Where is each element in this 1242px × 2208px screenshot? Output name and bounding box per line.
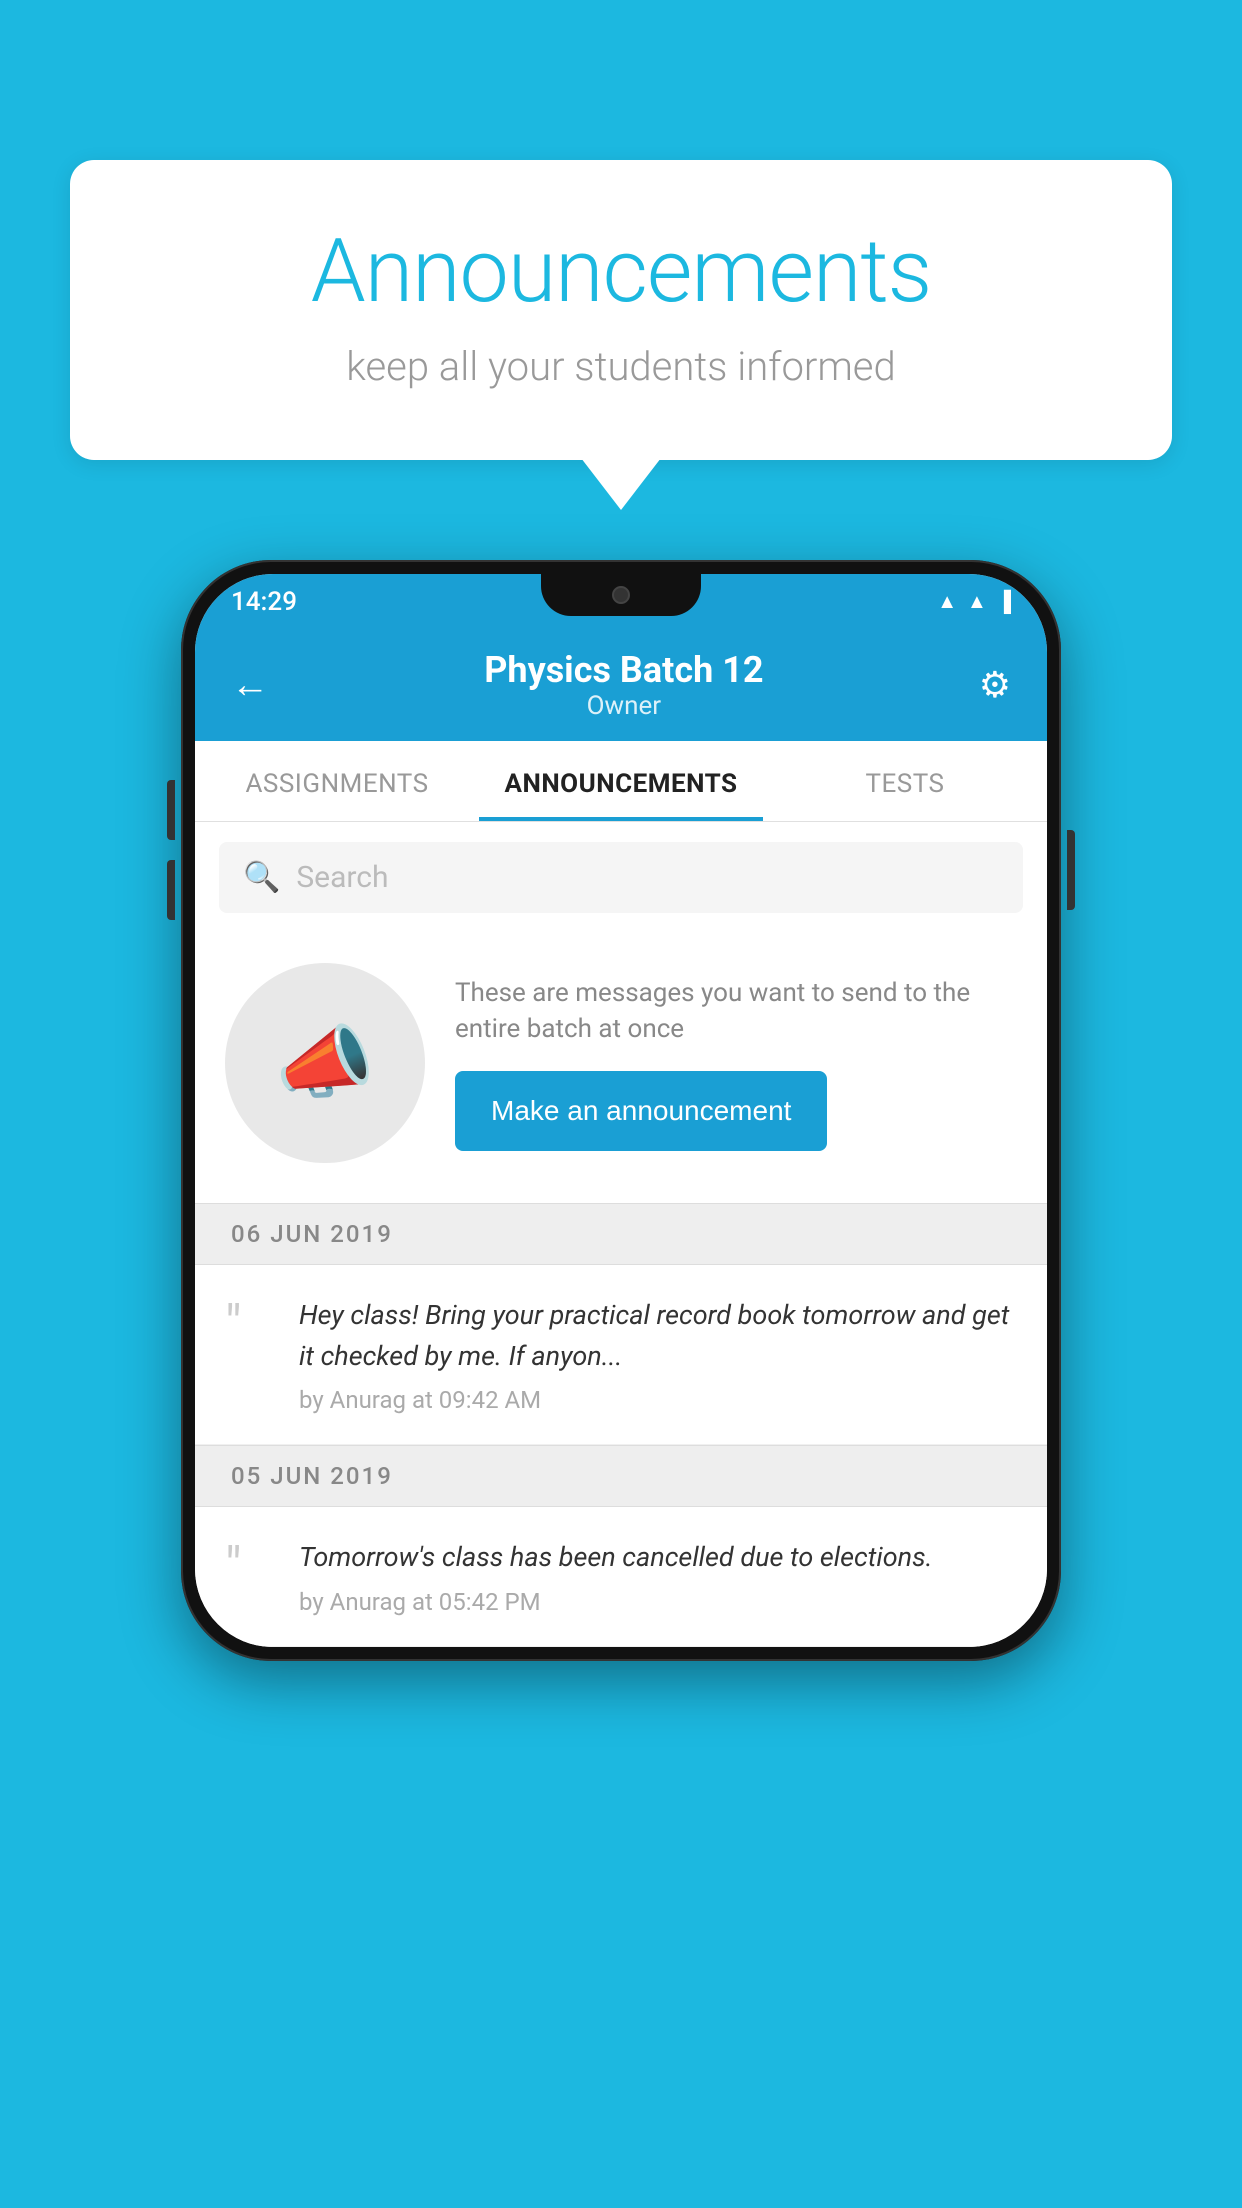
tabs: ASSIGNMENTS ANNOUNCEMENTS TESTS	[195, 741, 1047, 822]
announcement-meta-2: by Anurag at 05:42 PM	[299, 1588, 1017, 1616]
make-announcement-button[interactable]: Make an announcement	[455, 1071, 827, 1151]
tab-tests[interactable]: TESTS	[763, 741, 1047, 821]
status-time: 14:29	[231, 587, 297, 617]
app-bar: ← Physics Batch 12 Owner ⚙	[195, 629, 1047, 741]
speech-bubble: Announcements keep all your students inf…	[70, 160, 1172, 460]
signal-icon: ▲	[967, 589, 987, 614]
volume-down-button	[167, 860, 175, 920]
megaphone-icon: 📣	[275, 1016, 375, 1110]
power-button	[1067, 830, 1075, 910]
date-separator-1: 06 JUN 2019	[195, 1203, 1047, 1265]
announcement-meta-1: by Anurag at 09:42 AM	[299, 1386, 1017, 1414]
app-bar-title-group: Physics Batch 12 Owner	[484, 649, 763, 721]
search-icon: 🔍	[243, 860, 280, 895]
cta-description: These are messages you want to send to t…	[455, 975, 1017, 1048]
search-placeholder: Search	[296, 860, 388, 895]
phone-screen: 14:29 ▲ ▲ ▐ ← Physics Batch 12 Owner ⚙	[195, 574, 1047, 1647]
speech-bubble-container: Announcements keep all your students inf…	[70, 160, 1172, 460]
notch	[541, 574, 701, 616]
date-separator-2: 05 JUN 2019	[195, 1445, 1047, 1507]
announcement-content-1: Hey class! Bring your practical record b…	[299, 1295, 1017, 1414]
status-icons: ▲ ▲ ▐	[937, 589, 1011, 614]
tab-announcements[interactable]: ANNOUNCEMENTS	[479, 741, 763, 821]
announcement-text-1: Hey class! Bring your practical record b…	[299, 1295, 1017, 1376]
search-bar[interactable]: 🔍 Search	[219, 842, 1023, 913]
phone-frame: 14:29 ▲ ▲ ▐ ← Physics Batch 12 Owner ⚙	[181, 560, 1061, 1661]
announcement-cta: 📣 These are messages you want to send to…	[195, 933, 1047, 1203]
megaphone-circle: 📣	[225, 963, 425, 1163]
back-button[interactable]: ←	[231, 663, 269, 707]
announcement-text-2: Tomorrow's class has been cancelled due …	[299, 1537, 1017, 1578]
phone-wrapper: 14:29 ▲ ▲ ▐ ← Physics Batch 12 Owner ⚙	[181, 560, 1061, 1661]
volume-up-button	[167, 780, 175, 840]
app-bar-subtitle: Owner	[484, 691, 763, 721]
battery-icon: ▐	[997, 589, 1011, 614]
announcement-item-2[interactable]: " Tomorrow's class has been cancelled du…	[195, 1507, 1047, 1647]
quote-icon-1: "	[225, 1299, 275, 1414]
settings-icon[interactable]: ⚙	[979, 664, 1011, 706]
bubble-title: Announcements	[150, 220, 1092, 323]
app-bar-title: Physics Batch 12	[484, 649, 763, 691]
front-camera	[612, 586, 630, 604]
cta-right: These are messages you want to send to t…	[455, 975, 1017, 1152]
wifi-icon: ▲	[937, 589, 957, 614]
quote-icon-2: "	[225, 1541, 275, 1616]
tab-assignments[interactable]: ASSIGNMENTS	[195, 741, 479, 821]
announcement-content-2: Tomorrow's class has been cancelled due …	[299, 1537, 1017, 1616]
bubble-subtitle: keep all your students informed	[150, 343, 1092, 390]
announcement-item-1[interactable]: " Hey class! Bring your practical record…	[195, 1265, 1047, 1445]
status-bar: 14:29 ▲ ▲ ▐	[195, 574, 1047, 629]
